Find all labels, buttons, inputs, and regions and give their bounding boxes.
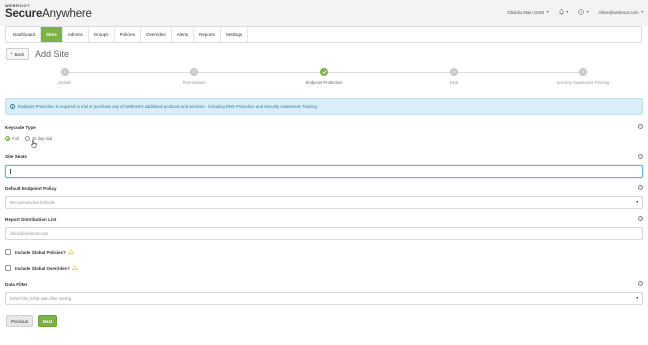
text-cursor — [10, 169, 11, 175]
chevron-down-icon: ▼ — [635, 200, 639, 204]
mouse-pointer-icon — [31, 140, 37, 150]
chevron-left-icon: ‹ — [10, 51, 13, 57]
warning-icon: ! — [67, 248, 74, 255]
keycode-type-label: Keycode Type — [5, 125, 36, 130]
radio-full[interactable] — [5, 136, 10, 141]
site-seats-input[interactable] — [5, 165, 643, 178]
site-seats-label: Site Seats — [5, 154, 27, 159]
step-label: Permissions — [182, 80, 206, 85]
previous-button[interactable]: Previous — [6, 315, 33, 327]
step-4: 4 DNS — [404, 68, 504, 85]
data-filter-label: Data Filter — [5, 282, 28, 287]
chevron-down-icon: ▼ — [546, 10, 550, 14]
step-label: Details — [58, 80, 72, 85]
include-global-policies-row: Include Global Policies? ! — [5, 248, 74, 255]
tab-groups[interactable]: Groups — [89, 27, 115, 42]
chevron-down-icon: ▼ — [640, 10, 644, 14]
step-number: 1 — [61, 68, 69, 76]
brand-main-text: SecureAnywhere — [5, 8, 92, 21]
top-header: WEBROOT SecureAnywhere Obsidio Main GSM … — [0, 0, 648, 26]
radio-30-day-trial[interactable] — [24, 136, 30, 141]
user-email: chloe@webroot.com — [598, 9, 639, 15]
help-icon[interactable]: ? — [638, 281, 643, 286]
step-label: Security Awareness Training — [556, 80, 610, 85]
tab-alerts[interactable]: Alerts — [172, 27, 195, 42]
main-nav: Dashboard Sites Admins Groups Policies Overri… — [5, 26, 642, 43]
include-global-policies-label: Include Global Policies? — [15, 249, 66, 255]
info-icon: i — [10, 104, 15, 109]
page-title: Add Site — [35, 49, 70, 59]
radio-full-label: Full — [12, 136, 19, 141]
header-right: Obsidio Main GSM ▼ ▼ ? ▼ chloe@webroot.c… — [498, 9, 644, 15]
user-menu[interactable]: chloe@webroot.com ▼ — [598, 10, 644, 15]
bell-icon — [558, 9, 564, 15]
default-endpoint-policy-select[interactable]: Recommended Defaults ▼ — [5, 196, 643, 209]
step-3: Endpoint Protection — [274, 68, 374, 85]
include-global-overrides-row: Include Global Overrides? ! — [5, 264, 78, 271]
step-label: DNS — [449, 80, 459, 85]
data-filter-value: Inherit the GSM data filter setting — [10, 296, 72, 301]
chevron-down-icon: ▼ — [585, 10, 590, 14]
warning-icon: ! — [71, 264, 78, 271]
help-icon[interactable]: ? — [638, 154, 643, 159]
tab-sites[interactable]: Sites — [41, 27, 63, 42]
help-circle-icon: ? — [578, 9, 584, 15]
include-global-policies-checkbox[interactable] — [5, 249, 11, 255]
step-2: 2 Permissions — [144, 68, 244, 85]
help-menu-button[interactable]: ? ▼ — [578, 9, 589, 15]
notifications-button[interactable]: ▼ — [558, 9, 569, 15]
info-banner: i Endpoint Protection is required to tri… — [5, 98, 643, 115]
back-button[interactable]: ‹ Back — [6, 48, 29, 60]
tab-dashboard[interactable]: Dashboard — [8, 27, 42, 42]
brand-anywhere: Anywhere — [42, 8, 92, 20]
tab-policies[interactable]: Policies — [115, 27, 142, 42]
step-1: 1 Details — [15, 68, 115, 85]
svg-text:!: ! — [74, 266, 75, 270]
help-icon[interactable]: ? — [638, 185, 643, 190]
include-global-overrides-label: Include Global Overrides? — [15, 265, 70, 271]
chevron-down-icon: ▼ — [565, 10, 569, 14]
data-filter-select[interactable]: Inherit the GSM data filter setting ▼ — [5, 292, 643, 305]
wizard-stepper: 1 Details 2 Permissions Endpoint Protection 4… — [0, 65, 648, 91]
check-icon — [320, 68, 328, 76]
svg-text:?: ? — [580, 10, 582, 14]
include-global-overrides-checkbox[interactable] — [5, 265, 11, 271]
webroot-logo[interactable]: WEBROOT SecureAnywhere — [5, 3, 92, 21]
report-distribution-label: Report Distribution List — [5, 217, 57, 222]
info-banner-text: Endpoint Protection is required to trial… — [18, 104, 318, 109]
step-number: 5 — [579, 68, 587, 76]
tab-admins[interactable]: Admins — [63, 27, 89, 42]
report-distribution-value: chloe@webroot.com — [10, 231, 49, 236]
account-label: Obsidio Main GSM — [507, 9, 545, 15]
tab-reports[interactable]: Reports — [194, 27, 221, 42]
help-icon[interactable]: ? — [638, 124, 643, 129]
svg-text:!: ! — [70, 250, 71, 254]
default-endpoint-policy-label: Default Endpoint Policy — [5, 186, 57, 191]
tab-settings[interactable]: Settings — [221, 27, 249, 42]
back-button-label: Back — [14, 51, 25, 57]
tab-overrides[interactable]: Overrides — [141, 27, 172, 42]
account-selector[interactable]: Obsidio Main GSM ▼ — [507, 10, 549, 15]
help-icon[interactable]: ? — [638, 216, 643, 221]
step-label: Endpoint Protection — [305, 80, 343, 85]
report-distribution-input[interactable]: chloe@webroot.com — [5, 227, 643, 240]
next-button[interactable]: Next — [38, 315, 57, 327]
step-number: 4 — [450, 68, 458, 76]
brand-secure: Secure — [5, 8, 43, 20]
step-number: 2 — [190, 68, 198, 76]
chevron-down-icon: ▼ — [635, 296, 639, 300]
step-5: 5 Security Awareness Training — [533, 68, 633, 85]
default-endpoint-policy-value: Recommended Defaults — [10, 200, 55, 205]
